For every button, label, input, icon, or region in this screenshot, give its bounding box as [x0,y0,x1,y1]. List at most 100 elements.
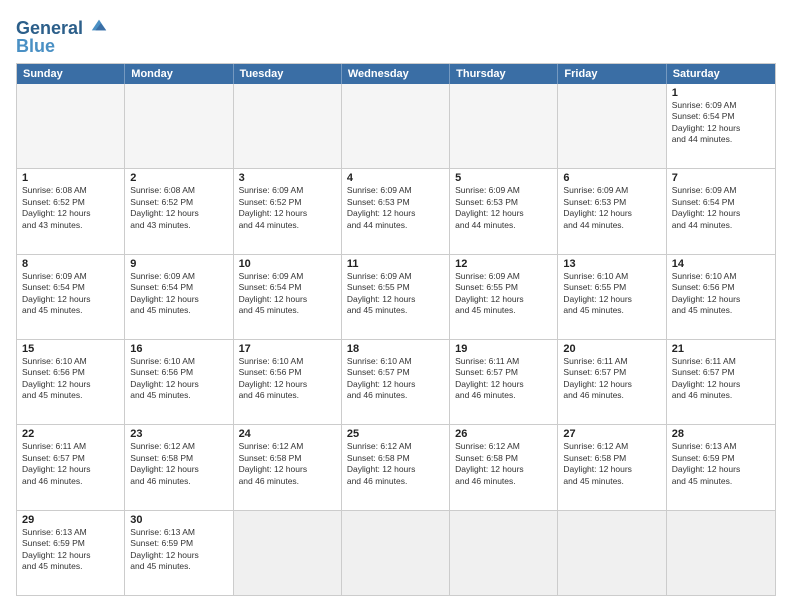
calendar-row: 1Sunrise: 6:09 AM Sunset: 6:54 PM Daylig… [17,84,775,168]
header: General Blue [16,16,776,55]
day-number: 24 [239,428,336,440]
weekday-header: Saturday [667,64,775,84]
cell-info: Sunrise: 6:09 AM Sunset: 6:53 PM Dayligh… [563,185,660,231]
weekday-header: Wednesday [342,64,450,84]
cell-info: Sunrise: 6:12 AM Sunset: 6:58 PM Dayligh… [563,441,660,487]
weekday-header: Monday [125,64,233,84]
day-number: 5 [455,172,552,184]
calendar-row: 22Sunrise: 6:11 AM Sunset: 6:57 PM Dayli… [17,424,775,509]
calendar-cell: 17Sunrise: 6:10 AM Sunset: 6:56 PM Dayli… [234,340,342,424]
cell-info: Sunrise: 6:10 AM Sunset: 6:56 PM Dayligh… [130,356,227,402]
calendar-cell: 1Sunrise: 6:09 AM Sunset: 6:54 PM Daylig… [667,84,775,168]
calendar-row: 29Sunrise: 6:13 AM Sunset: 6:59 PM Dayli… [17,510,775,595]
day-number: 25 [347,428,444,440]
cell-info: Sunrise: 6:13 AM Sunset: 6:59 PM Dayligh… [672,441,770,487]
day-number: 29 [22,514,119,526]
day-number: 16 [130,343,227,355]
calendar-cell: 11Sunrise: 6:09 AM Sunset: 6:55 PM Dayli… [342,255,450,339]
calendar-cell: 21Sunrise: 6:11 AM Sunset: 6:57 PM Dayli… [667,340,775,424]
calendar-body: 1Sunrise: 6:09 AM Sunset: 6:54 PM Daylig… [17,84,775,595]
calendar-cell: 14Sunrise: 6:10 AM Sunset: 6:56 PM Dayli… [667,255,775,339]
calendar-cell: 22Sunrise: 6:11 AM Sunset: 6:57 PM Dayli… [17,425,125,509]
calendar-cell [234,84,342,168]
calendar-cell [558,84,666,168]
calendar-row: 15Sunrise: 6:10 AM Sunset: 6:56 PM Dayli… [17,339,775,424]
calendar-cell [125,84,233,168]
calendar-cell: 29Sunrise: 6:13 AM Sunset: 6:59 PM Dayli… [17,511,125,595]
day-number: 6 [563,172,660,184]
day-number: 20 [563,343,660,355]
day-number: 27 [563,428,660,440]
weekday-header: Thursday [450,64,558,84]
calendar-cell [667,511,775,595]
cell-info: Sunrise: 6:08 AM Sunset: 6:52 PM Dayligh… [22,185,119,231]
cell-info: Sunrise: 6:10 AM Sunset: 6:55 PM Dayligh… [563,271,660,317]
day-number: 26 [455,428,552,440]
calendar-cell: 12Sunrise: 6:09 AM Sunset: 6:55 PM Dayli… [450,255,558,339]
calendar-cell: 20Sunrise: 6:11 AM Sunset: 6:57 PM Dayli… [558,340,666,424]
calendar-cell [558,511,666,595]
calendar-cell: 7Sunrise: 6:09 AM Sunset: 6:54 PM Daylig… [667,169,775,253]
cell-info: Sunrise: 6:11 AM Sunset: 6:57 PM Dayligh… [563,356,660,402]
day-number: 2 [130,172,227,184]
cell-info: Sunrise: 6:12 AM Sunset: 6:58 PM Dayligh… [130,441,227,487]
cell-info: Sunrise: 6:09 AM Sunset: 6:54 PM Dayligh… [672,100,770,146]
calendar-cell: 10Sunrise: 6:09 AM Sunset: 6:54 PM Dayli… [234,255,342,339]
calendar-cell: 24Sunrise: 6:12 AM Sunset: 6:58 PM Dayli… [234,425,342,509]
cell-info: Sunrise: 6:11 AM Sunset: 6:57 PM Dayligh… [455,356,552,402]
day-number: 3 [239,172,336,184]
calendar-cell [450,511,558,595]
day-number: 13 [563,258,660,270]
calendar-cell: 19Sunrise: 6:11 AM Sunset: 6:57 PM Dayli… [450,340,558,424]
calendar-cell: 9Sunrise: 6:09 AM Sunset: 6:54 PM Daylig… [125,255,233,339]
day-number: 21 [672,343,770,355]
calendar-cell: 30Sunrise: 6:13 AM Sunset: 6:59 PM Dayli… [125,511,233,595]
cell-info: Sunrise: 6:13 AM Sunset: 6:59 PM Dayligh… [22,527,119,573]
calendar-cell: 25Sunrise: 6:12 AM Sunset: 6:58 PM Dayli… [342,425,450,509]
logo-text: General [16,16,108,37]
day-number: 12 [455,258,552,270]
calendar-cell: 1Sunrise: 6:08 AM Sunset: 6:52 PM Daylig… [17,169,125,253]
cell-info: Sunrise: 6:09 AM Sunset: 6:52 PM Dayligh… [239,185,336,231]
page: General Blue SundayMondayTuesdayWednesda… [0,0,792,612]
cell-info: Sunrise: 6:13 AM Sunset: 6:59 PM Dayligh… [130,527,227,573]
cell-info: Sunrise: 6:11 AM Sunset: 6:57 PM Dayligh… [22,441,119,487]
calendar-cell [342,511,450,595]
day-number: 19 [455,343,552,355]
calendar-cell: 23Sunrise: 6:12 AM Sunset: 6:58 PM Dayli… [125,425,233,509]
cell-info: Sunrise: 6:09 AM Sunset: 6:54 PM Dayligh… [130,271,227,317]
cell-info: Sunrise: 6:09 AM Sunset: 6:54 PM Dayligh… [22,271,119,317]
day-number: 22 [22,428,119,440]
calendar-row: 8Sunrise: 6:09 AM Sunset: 6:54 PM Daylig… [17,254,775,339]
calendar-row: 1Sunrise: 6:08 AM Sunset: 6:52 PM Daylig… [17,168,775,253]
day-number: 28 [672,428,770,440]
calendar-cell: 3Sunrise: 6:09 AM Sunset: 6:52 PM Daylig… [234,169,342,253]
cell-info: Sunrise: 6:09 AM Sunset: 6:55 PM Dayligh… [347,271,444,317]
weekday-header: Sunday [17,64,125,84]
weekday-header: Friday [558,64,666,84]
cell-info: Sunrise: 6:11 AM Sunset: 6:57 PM Dayligh… [672,356,770,402]
calendar-cell: 15Sunrise: 6:10 AM Sunset: 6:56 PM Dayli… [17,340,125,424]
logo-blue: Blue [16,37,108,55]
calendar-cell: 28Sunrise: 6:13 AM Sunset: 6:59 PM Dayli… [667,425,775,509]
calendar-cell: 6Sunrise: 6:09 AM Sunset: 6:53 PM Daylig… [558,169,666,253]
day-number: 9 [130,258,227,270]
logo: General Blue [16,16,108,55]
calendar-cell [342,84,450,168]
day-number: 7 [672,172,770,184]
day-number: 10 [239,258,336,270]
calendar-cell [17,84,125,168]
cell-info: Sunrise: 6:10 AM Sunset: 6:56 PM Dayligh… [22,356,119,402]
calendar-cell: 27Sunrise: 6:12 AM Sunset: 6:58 PM Dayli… [558,425,666,509]
calendar-cell: 5Sunrise: 6:09 AM Sunset: 6:53 PM Daylig… [450,169,558,253]
calendar-cell: 2Sunrise: 6:08 AM Sunset: 6:52 PM Daylig… [125,169,233,253]
cell-info: Sunrise: 6:09 AM Sunset: 6:53 PM Dayligh… [455,185,552,231]
logo-icon [90,16,108,34]
day-number: 30 [130,514,227,526]
cell-info: Sunrise: 6:09 AM Sunset: 6:53 PM Dayligh… [347,185,444,231]
calendar-cell: 18Sunrise: 6:10 AM Sunset: 6:57 PM Dayli… [342,340,450,424]
day-number: 18 [347,343,444,355]
cell-info: Sunrise: 6:09 AM Sunset: 6:54 PM Dayligh… [239,271,336,317]
calendar-cell [450,84,558,168]
calendar-cell: 4Sunrise: 6:09 AM Sunset: 6:53 PM Daylig… [342,169,450,253]
